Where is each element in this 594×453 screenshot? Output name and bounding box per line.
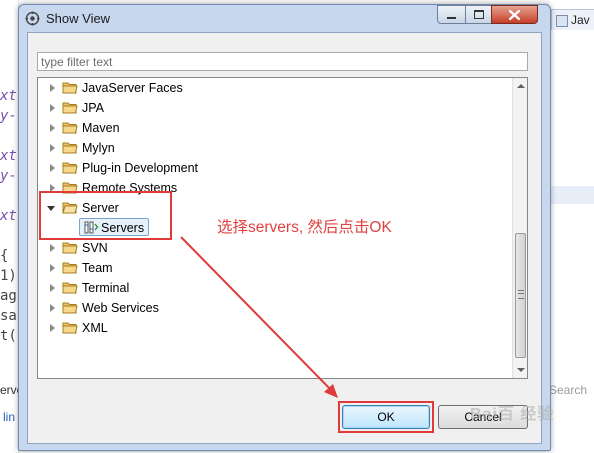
maximize-icon [473, 10, 484, 19]
expand-arrow-icon[interactable] [50, 124, 55, 132]
tree-item-xml[interactable]: XML [38, 318, 510, 338]
expand-arrow-icon[interactable] [50, 264, 55, 272]
tree-item-svn[interactable]: SVN [38, 238, 510, 258]
watermark: Bai百 经验 [470, 406, 555, 423]
tree-item-label: JPA [82, 101, 104, 115]
tree-scrollbar[interactable] [512, 78, 527, 378]
tree-item-team[interactable]: Team [38, 258, 510, 278]
eclipse-view-icon [25, 11, 40, 26]
dialog-title: Show View [46, 11, 111, 26]
minimize-button[interactable] [437, 5, 466, 24]
tree-item-maven[interactable]: Maven [38, 118, 510, 138]
background-code-line: { [0, 248, 9, 264]
tree-item-label: Maven [82, 121, 120, 135]
maximize-button[interactable] [465, 5, 492, 24]
background-editor-tab[interactable]: Jav [551, 9, 594, 30]
folder-icon [62, 162, 78, 174]
tree-item-label: Plug-in Development [82, 161, 199, 175]
folder-icon [62, 282, 78, 294]
tree-item-jpa[interactable]: JPA [38, 98, 510, 118]
grip-icon [518, 290, 524, 299]
tree-item-label: JavaServer Faces [82, 81, 183, 95]
scroll-down-icon[interactable] [517, 368, 525, 372]
folder-icon [62, 322, 78, 334]
expand-arrow-icon[interactable] [50, 284, 55, 292]
tree-item-plug-in-development[interactable]: Plug-in Development [38, 158, 510, 178]
background-code-line: sa [0, 308, 17, 324]
title-bar[interactable]: Show View [19, 5, 550, 33]
background-tab-label: Jav [571, 13, 590, 27]
tree-item-label: Terminal [82, 281, 130, 295]
expand-arrow-icon[interactable] [50, 304, 55, 312]
folder-icon [62, 242, 78, 254]
close-icon [509, 9, 520, 20]
java-file-icon [556, 14, 568, 27]
folder-icon [62, 142, 78, 154]
scrollbar-thumb[interactable] [515, 233, 526, 358]
tree-item-label: Mylyn [82, 141, 115, 155]
filter-input[interactable] [37, 52, 528, 71]
folder-icon [62, 262, 78, 274]
tree-item-terminal[interactable]: Terminal [38, 278, 510, 298]
background-highlight-row [549, 186, 594, 204]
minimize-icon [447, 16, 456, 19]
background-code-line: ag [0, 288, 17, 304]
tree-item-label: Team [82, 261, 113, 275]
expand-arrow-icon[interactable] [50, 104, 55, 112]
tree-item-label: Web Services [82, 301, 159, 315]
folder-icon [62, 122, 78, 134]
scroll-up-icon[interactable] [517, 84, 525, 88]
background-search-label: Search [549, 383, 588, 397]
background-link[interactable]: lin [3, 410, 15, 424]
background-code-line: y- [0, 108, 17, 124]
tree-item-mylyn[interactable]: Mylyn [38, 138, 510, 158]
folder-icon [62, 102, 78, 114]
background-code-line: 1) [0, 268, 17, 284]
close-button[interactable] [491, 5, 538, 24]
background-code-line: xt [0, 208, 17, 224]
annotation-highlight-ok [338, 401, 434, 433]
background-code-line: t( [0, 328, 17, 344]
folder-icon [62, 82, 78, 94]
background-code-line: xt [0, 148, 17, 164]
expand-arrow-icon[interactable] [50, 144, 55, 152]
annotation-highlight-server [39, 191, 172, 240]
expand-arrow-icon[interactable] [50, 324, 55, 332]
background-code-line: xt [0, 88, 17, 104]
tree-item-javaserver-faces[interactable]: JavaServer Faces [38, 78, 510, 98]
annotation-text: 选择servers, 然后点击OK [217, 219, 392, 236]
expand-arrow-icon[interactable] [50, 84, 55, 92]
tree-item-label: SVN [82, 241, 108, 255]
expand-arrow-icon[interactable] [50, 244, 55, 252]
tree-item-web-services[interactable]: Web Services [38, 298, 510, 318]
expand-arrow-icon[interactable] [50, 164, 55, 172]
folder-icon [62, 302, 78, 314]
tree-item-label: XML [82, 321, 108, 335]
background-code-line: y- [0, 168, 17, 184]
